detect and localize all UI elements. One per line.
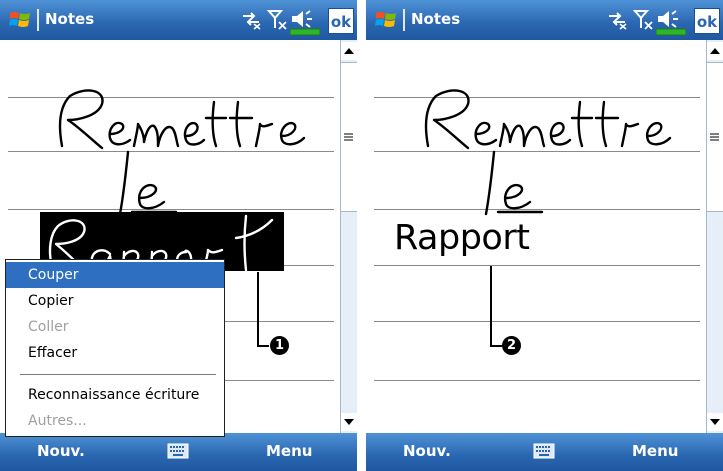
vertical-scrollbar[interactable] (706, 40, 723, 433)
vertical-scrollbar[interactable] (340, 40, 357, 433)
ruled-line (374, 209, 700, 210)
windows-start-flag-icon[interactable] (8, 8, 32, 32)
ok-button[interactable]: ok (694, 8, 720, 34)
callout-badge-1: 1 (270, 336, 289, 355)
ruled-line (374, 380, 700, 381)
menu-bar: Nouv. Menu (366, 433, 723, 471)
callout-leader (490, 266, 492, 346)
menu-button[interactable]: Menu (632, 442, 678, 460)
ok-button[interactable]: ok (328, 8, 354, 34)
screen-left: Notes ok Nouv. Menu Couper Copier Coller… (0, 0, 357, 471)
scroll-down-arrow-icon[interactable] (341, 413, 357, 431)
scroll-up-arrow-icon[interactable] (341, 42, 357, 60)
scroll-down-arrow-icon[interactable] (707, 413, 723, 431)
battery-icon (656, 28, 686, 36)
app-title: Notes (45, 10, 95, 28)
screen-right: Notes ok Rapport Nouv. Menu 2 (366, 0, 723, 471)
windows-start-flag-icon[interactable] (374, 8, 398, 32)
speaker-icon[interactable] (290, 8, 320, 36)
handwriting-remettre[interactable] (48, 84, 338, 164)
signal-off-icon[interactable] (633, 8, 655, 30)
menu-button[interactable]: Menu (266, 442, 312, 460)
ruled-line (374, 265, 700, 266)
menu-bar: Nouv. Menu (0, 433, 357, 471)
ruled-line (374, 151, 700, 152)
menu-item-copier[interactable]: Copier (6, 288, 224, 314)
callout-badge-2: 2 (502, 336, 521, 355)
signal-off-icon[interactable] (267, 8, 289, 30)
context-menu: Couper Copier Coller Effacer Reconnaissa… (5, 259, 225, 437)
ruled-line (374, 321, 700, 322)
callout-leader (490, 345, 502, 347)
menu-item-autres: Autres... (28, 413, 87, 429)
title-bar: Notes ok (0, 0, 357, 40)
title-separator (403, 9, 405, 31)
ruled-line (8, 209, 334, 210)
callout-leader (257, 345, 269, 347)
keyboard-icon[interactable] (533, 441, 555, 461)
ruled-line (8, 97, 334, 98)
scroll-thumb[interactable] (707, 62, 723, 212)
menu-item-coller: Coller (28, 319, 69, 335)
battery-icon (290, 28, 320, 36)
menu-item-reconnaissance-ecriture[interactable]: Reconnaissance écriture (6, 382, 224, 408)
new-button[interactable]: Nouv. (403, 442, 451, 460)
app-title: Notes (411, 10, 461, 28)
menu-item-couper[interactable]: Couper (6, 262, 224, 288)
callout-leader (257, 272, 259, 346)
scroll-thumb[interactable] (341, 62, 357, 212)
scroll-grip-icon (344, 133, 353, 141)
connectivity-icon[interactable] (606, 8, 628, 30)
title-bar: Notes ok (366, 0, 723, 40)
speaker-icon[interactable] (656, 8, 686, 36)
recognized-text[interactable]: Rapport (394, 218, 530, 258)
new-button[interactable]: Nouv. (37, 442, 85, 460)
ruled-line (8, 151, 334, 152)
menu-item-effacer[interactable]: Effacer (6, 340, 224, 366)
title-separator (37, 9, 39, 31)
ruled-line (374, 97, 700, 98)
keyboard-icon[interactable] (167, 441, 189, 461)
scroll-grip-icon (710, 133, 719, 141)
handwriting-remettre[interactable] (414, 84, 704, 164)
scroll-up-arrow-icon[interactable] (707, 42, 723, 60)
menu-separator (20, 374, 216, 375)
connectivity-icon[interactable] (240, 8, 262, 30)
